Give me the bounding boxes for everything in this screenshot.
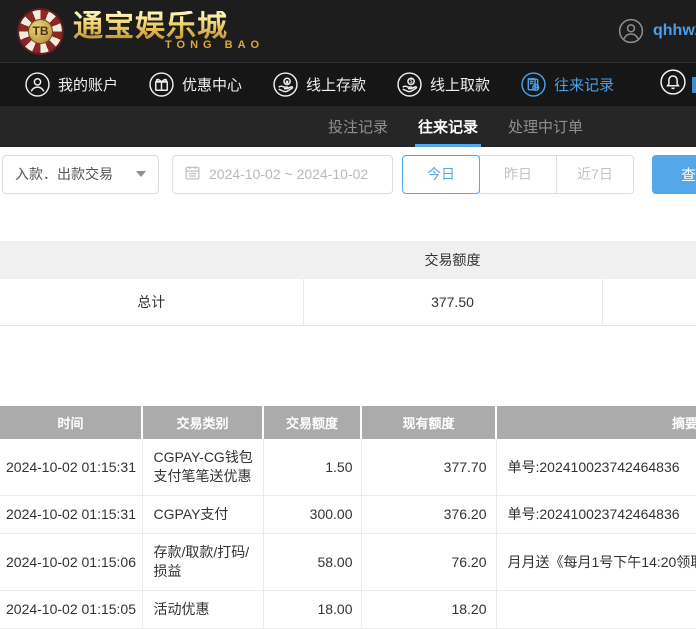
column-header-time: 时间 xyxy=(0,406,143,439)
logo-chip-icon: TB xyxy=(17,7,64,55)
table-cell: 300.00 xyxy=(263,495,362,534)
table-row: 2024-10-02 01:15:06 存款/取款/打码/损益 58.00 76.20… xyxy=(0,533,696,591)
date-range-input[interactable]: 2024-10-02 ~ 2024-10-02 xyxy=(172,154,393,194)
summary-header-amount: 交易额度 xyxy=(303,241,602,279)
transaction-type-select[interactable]: 入款．出款交易 xyxy=(2,154,159,194)
table-cell: 月月送《每月1号下午14:20领取》 xyxy=(496,533,696,591)
table-cell: 376.20 xyxy=(361,495,497,534)
username: qhhw2 xyxy=(653,22,696,39)
table-header-row: 时间 交易类别 交易额度 现有额度 摘要 xyxy=(0,406,696,439)
column-header-amount: 交易额度 xyxy=(263,406,362,439)
nav-item-label: 我的账户 xyxy=(58,77,119,94)
site-title: 通宝娱乐城 xyxy=(73,11,264,43)
table-cell: 单号:202410023742464836 xyxy=(496,439,696,496)
tab-label: 往来记录 xyxy=(418,119,479,136)
table-cell: 2024-10-02 01:15:31 xyxy=(0,495,143,534)
nav-item-my-account[interactable]: 我的账户 xyxy=(25,72,118,97)
withdraw-icon: $ xyxy=(397,72,422,97)
summary-empty-cell xyxy=(602,278,696,326)
gift-icon xyxy=(149,72,174,97)
site-logo[interactable]: TB 通宝娱乐城 TONG BAO xyxy=(17,7,264,55)
records-icon xyxy=(521,72,546,97)
button-label: 昨日 xyxy=(504,166,532,182)
quick-date-buttons: 今日 昨日 近7日 xyxy=(402,154,634,194)
table-cell: 2024-10-02 01:15:31 xyxy=(0,439,143,496)
date-range-value: 2024-10-02 ~ 2024-10-02 xyxy=(209,166,369,182)
bell-icon xyxy=(660,69,686,99)
column-header-type: 交易类别 xyxy=(142,406,264,439)
yesterday-button[interactable]: 昨日 xyxy=(479,154,557,194)
button-label: 今日 xyxy=(427,166,455,182)
table-row: 2024-10-02 01:15:05 活动优惠 18.00 18.20 xyxy=(0,590,696,629)
table-cell: 377.70 xyxy=(361,439,497,496)
summary-table: 交易额度 总计 377.50 xyxy=(0,241,696,326)
table-cell: 1.50 xyxy=(263,439,362,496)
notifications-button[interactable] xyxy=(660,69,686,100)
calendar-icon xyxy=(184,164,201,184)
last-7-days-button[interactable]: 近7日 xyxy=(556,154,634,194)
table-cell: 58.00 xyxy=(263,533,362,591)
today-button[interactable]: 今日 xyxy=(402,154,480,194)
top-header: TB 通宝娱乐城 TONG BAO qhhw2 xyxy=(0,0,696,62)
user-area[interactable]: qhhw2 xyxy=(618,0,696,62)
table-cell: 2024-10-02 01:15:05 xyxy=(0,590,143,629)
column-header-balance: 现有额度 xyxy=(361,406,497,439)
select-value: 入款．出款交易 xyxy=(15,166,113,182)
tab-betting-records[interactable]: 投注记录 xyxy=(328,106,388,147)
chevron-down-icon xyxy=(136,171,146,177)
main-nav: 我的账户 优惠中心 线上存款 $ 线上取款 往来记录 xyxy=(0,62,696,106)
tab-transaction-records[interactable]: 往来记录 xyxy=(415,106,482,147)
filter-bar: 入款．出款交易 2024-10-02 ~ 2024-10-02 今日 昨日 近7… xyxy=(2,147,696,201)
summary-header-empty xyxy=(602,241,696,279)
nav-item-promotions[interactable]: 优惠中心 xyxy=(149,72,242,97)
table-cell: 单号:202410023742464836 xyxy=(496,495,696,534)
record-tabs: 投注记录 往来记录 处理中订单 xyxy=(0,106,696,147)
svg-text:$: $ xyxy=(410,79,413,85)
nav-item-label: 往来记录 xyxy=(554,77,615,94)
summary-header-empty xyxy=(0,241,303,279)
table-cell: 活动优惠 xyxy=(142,590,264,629)
table-cell xyxy=(496,590,696,629)
summary-total-value: 377.50 xyxy=(303,278,603,326)
table-row: 2024-10-02 01:15:31 CGPAY-CG钱包支付笔笔送优惠 1.50… xyxy=(0,439,696,496)
nav-item-deposit[interactable]: 线上存款 xyxy=(273,72,366,97)
summary-total-row: 总计 377.50 xyxy=(0,278,696,326)
avatar-icon xyxy=(618,18,644,44)
tab-label: 投注记录 xyxy=(328,119,389,136)
nav-item-withdraw[interactable]: $ 线上取款 xyxy=(397,72,490,97)
transactions-table: 时间 交易类别 交易额度 现有额度 摘要 2024-10-02 01:15:31… xyxy=(0,406,696,629)
table-row: 2024-10-02 01:15:31 CGPAY支付 300.00 376.20 单号… xyxy=(0,495,696,534)
nav-item-label: 线上取款 xyxy=(430,77,491,94)
button-label: 近7日 xyxy=(577,166,613,182)
table-cell: 2024-10-02 01:15:06 xyxy=(0,533,143,591)
site-subtitle: TONG BAO xyxy=(165,39,265,52)
table-cell: 存款/取款/打码/损益 xyxy=(142,533,264,591)
summary-header-row: 交易额度 xyxy=(0,241,696,279)
nav-item-transaction-records[interactable]: 往来记录 xyxy=(521,72,614,97)
summary-total-label: 总计 xyxy=(0,278,304,326)
table-cell: 18.20 xyxy=(361,590,497,629)
logo-text: 通宝娱乐城 TONG BAO xyxy=(73,11,264,52)
nav-item-partial[interactable] xyxy=(692,76,696,93)
nav-item-label: 线上存款 xyxy=(306,77,367,94)
nav-item-label: 优惠中心 xyxy=(182,77,243,94)
search-button[interactable]: 查询 xyxy=(652,155,696,194)
user-icon xyxy=(25,72,50,97)
table-cell: CGPAY支付 xyxy=(142,495,264,534)
column-header-summary: 摘要 xyxy=(496,406,696,439)
tab-processing-orders[interactable]: 处理中订单 xyxy=(508,106,583,147)
deposit-icon xyxy=(273,72,298,97)
tab-label: 处理中订单 xyxy=(508,119,584,136)
logo-chip-label: TB xyxy=(28,18,53,44)
table-cell: 76.20 xyxy=(361,533,497,591)
table-cell: 18.00 xyxy=(263,590,362,629)
table-cell: CGPAY-CG钱包支付笔笔送优惠 xyxy=(142,439,264,496)
